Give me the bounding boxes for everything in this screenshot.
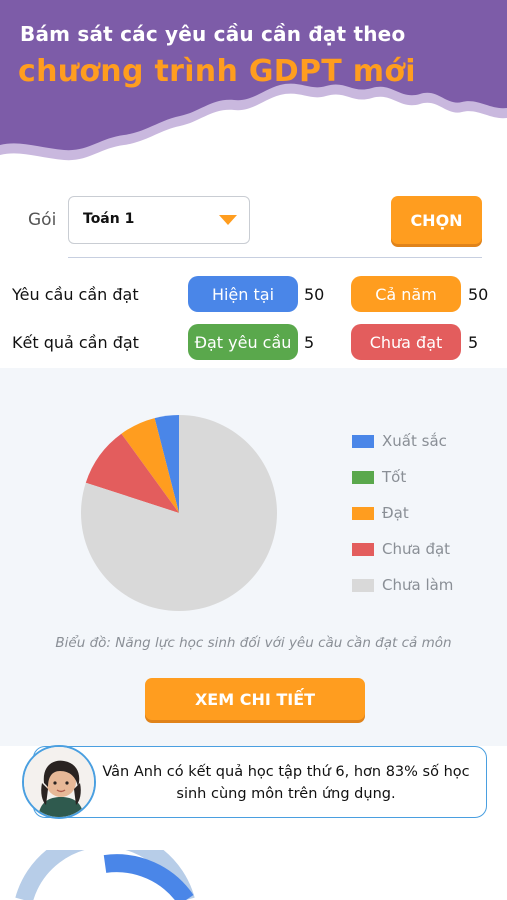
- package-selected-value: Toán 1: [83, 211, 135, 227]
- full-year-button[interactable]: Cả năm: [351, 276, 461, 312]
- legend-swatch: [352, 578, 374, 592]
- legend-label: Chưa đạt: [382, 540, 451, 558]
- not-passed-value: 5: [468, 333, 479, 352]
- view-details-button[interactable]: XEM CHI TIẾT: [145, 678, 365, 720]
- passed-value: 5: [304, 333, 315, 352]
- banner-subtitle: Bám sát các yêu cầu cần đạt theo: [20, 22, 406, 46]
- legend-label: Đạt: [382, 504, 409, 522]
- package-label: Gói: [28, 210, 57, 230]
- legend-label: Tốt: [382, 468, 407, 486]
- not-passed-button[interactable]: Chưa đạt: [351, 324, 461, 360]
- current-value: 50: [304, 285, 325, 304]
- legend-swatch: [352, 434, 374, 448]
- chart-caption: Biểu đồ: Năng lực học sinh đối với yêu c…: [55, 635, 452, 651]
- pie-chart: [81, 415, 278, 611]
- legend-item: Xuất sắc: [352, 432, 447, 450]
- current-button[interactable]: Hiện tại: [188, 276, 298, 312]
- legend-swatch: [352, 542, 374, 556]
- results-label: Kết quả cần đạt: [12, 333, 139, 352]
- ranking-text: Vân Anh có kết quả học tập thứ 6, hơn 83…: [102, 764, 470, 802]
- header-banner: Bám sát các yêu cầu cần đạt theo chương …: [0, 0, 507, 170]
- divider: [68, 257, 482, 258]
- legend-item: Chưa đạt: [352, 540, 450, 558]
- requirements-label: Yêu cầu cần đạt: [12, 285, 139, 304]
- legend-swatch: [352, 470, 374, 484]
- legend-label: Chưa làm: [382, 576, 454, 594]
- full-year-value: 50: [468, 285, 489, 304]
- legend-item: Chưa làm: [352, 576, 453, 594]
- ranking-card: Vân Anh có kết quả học tập thứ 6, hơn 83…: [33, 746, 487, 818]
- legend-item: Đạt: [352, 504, 409, 522]
- banner-title: chương trình GDPT mới: [18, 54, 416, 89]
- legend-item: Tốt: [352, 468, 406, 486]
- package-select[interactable]: Toán 1: [68, 196, 250, 244]
- choose-button[interactable]: CHỌN: [391, 196, 482, 244]
- passed-button[interactable]: Đạt yêu cầu: [188, 324, 298, 360]
- chevron-down-icon: [219, 215, 237, 225]
- legend-swatch: [352, 506, 374, 520]
- progress-ring-partial: [15, 850, 195, 900]
- avatar: [22, 745, 96, 819]
- legend-label: Xuất sắc: [382, 432, 447, 450]
